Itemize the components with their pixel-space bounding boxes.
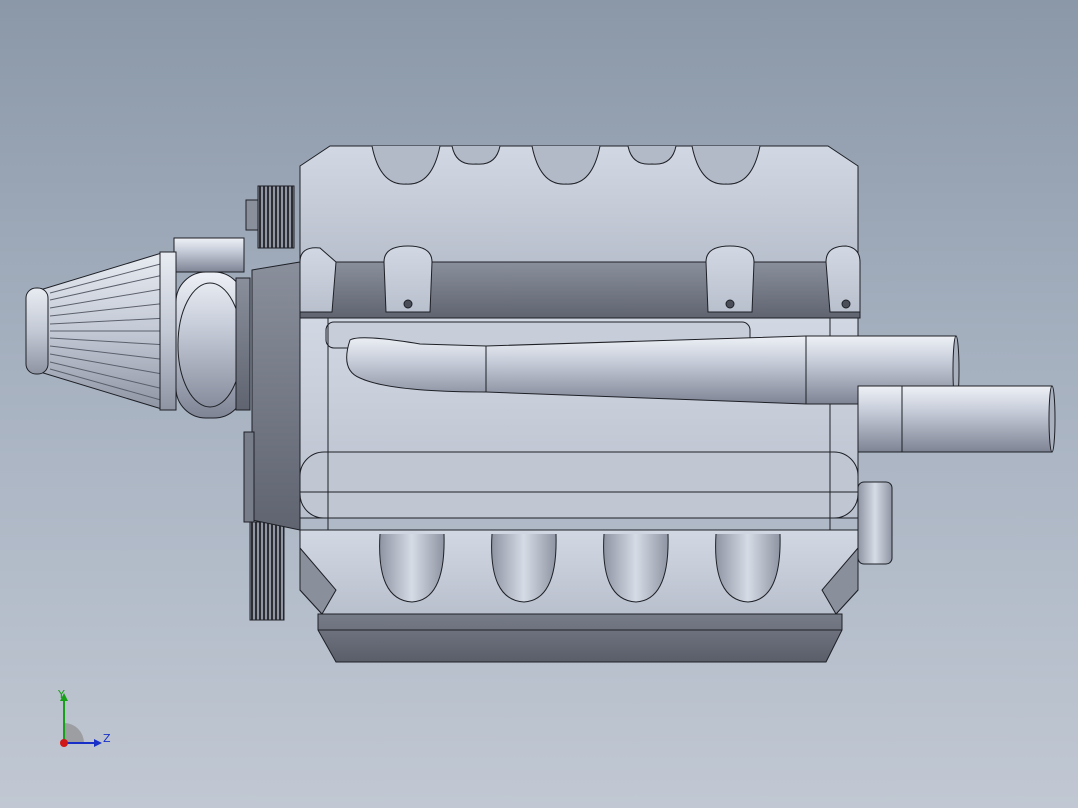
front-cover: [251, 261, 301, 531]
engine-model[interactable]: [0, 0, 1078, 808]
lower-timing-pulley: [249, 521, 285, 621]
rocker-cover: [299, 145, 859, 263]
intake-duct: [173, 237, 251, 419]
upper-timing-pulley: [257, 185, 295, 249]
graphics-viewport[interactable]: Y Z: [0, 0, 1078, 808]
x-axis-marker: [60, 739, 68, 747]
oil-sump: [317, 613, 843, 663]
lower-crankcase: [299, 529, 859, 615]
triad-z-label: Z: [103, 732, 111, 745]
triad-plane-shading: [64, 723, 84, 743]
lower-exhaust-pipe: [857, 385, 1056, 453]
triad-y-label: Y: [58, 688, 65, 701]
side-port: [857, 481, 893, 565]
air-filter: [25, 251, 177, 411]
